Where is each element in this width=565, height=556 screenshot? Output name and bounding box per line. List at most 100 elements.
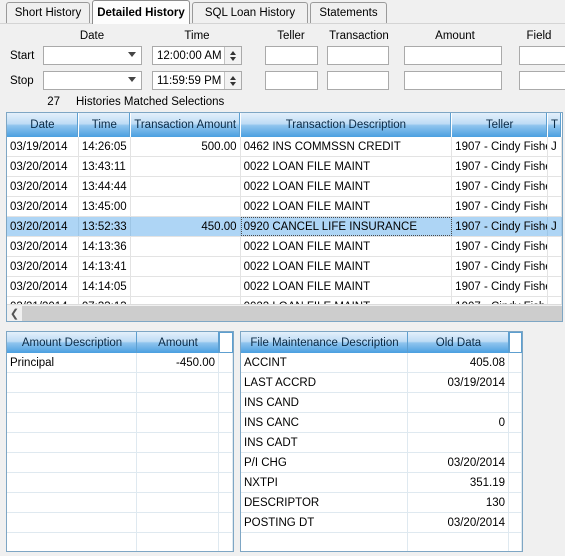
cell-amount-value	[137, 413, 219, 432]
column-header-truncated[interactable]: T	[548, 113, 562, 137]
list-item[interactable]	[241, 533, 522, 551]
column-header-spacer	[509, 332, 522, 353]
history-grid[interactable]: Date Time Transaction Amount Transaction…	[6, 112, 563, 322]
file-maintenance-grid-header: File Maintenance Description Old Data	[241, 332, 522, 353]
history-grid-body: 03/19/2014 14:26:05 500.00 0462 INS COMM…	[7, 137, 562, 317]
cell-truncated	[548, 277, 562, 296]
list-item[interactable]	[7, 473, 233, 493]
column-header-date[interactable]: Date	[7, 113, 79, 137]
filter-column-label-field: Field	[526, 30, 552, 42]
list-item[interactable]: POSTING DT 03/20/2014	[241, 513, 522, 533]
list-item[interactable]	[7, 493, 233, 513]
amount-detail-grid[interactable]: Amount Description Amount Principal -450…	[6, 331, 234, 552]
stop-teller-input[interactable]	[265, 71, 318, 90]
list-item[interactable]: INS CANC 0	[241, 413, 522, 433]
cell-time: 14:13:36	[79, 237, 131, 256]
start-transaction-input[interactable]	[327, 46, 389, 65]
cell-teller: 1907 - Cindy Fisher	[452, 137, 548, 156]
column-header-transaction-description[interactable]: Transaction Description	[240, 113, 453, 137]
table-row[interactable]: 03/20/2014 13:45:00 0022 LOAN FILE MAINT…	[7, 197, 562, 217]
table-row[interactable]: 03/19/2014 14:26:05 500.00 0462 INS COMM…	[7, 137, 562, 157]
filter-row-label-stop: Stop	[10, 75, 34, 87]
cell-time: 13:44:44	[79, 177, 131, 196]
cell-spacer	[219, 533, 233, 551]
tab-short-history-label: Short History	[14, 7, 82, 19]
column-header-amount[interactable]: Amount	[137, 332, 219, 353]
table-row[interactable]: 03/20/2014 14:14:05 0022 LOAN FILE MAINT…	[7, 277, 562, 297]
start-date-combo[interactable]	[43, 46, 142, 65]
cell-spacer	[219, 413, 233, 432]
table-row[interactable]: 03/20/2014 13:44:44 0022 LOAN FILE MAINT…	[7, 177, 562, 197]
cell-amount-description	[7, 413, 137, 432]
cell-amount-value	[137, 473, 219, 492]
cell-amount-description: Principal	[7, 353, 137, 372]
list-item[interactable]: P/I CHG 03/20/2014	[241, 453, 522, 473]
file-maintenance-grid[interactable]: File Maintenance Description Old Data AC…	[240, 331, 523, 552]
start-amount-input[interactable]	[404, 46, 502, 65]
chevron-down-icon	[128, 52, 136, 57]
cell-teller: 1907 - Cindy Fisher	[452, 157, 548, 176]
stop-transaction-input[interactable]	[327, 71, 389, 90]
cell-spacer	[509, 513, 522, 532]
stop-amount-input[interactable]	[404, 71, 502, 90]
column-header-amount-description[interactable]: Amount Description	[7, 332, 137, 353]
list-item[interactable]	[7, 393, 233, 413]
list-item[interactable]	[7, 433, 233, 453]
tab-detailed-history[interactable]: Detailed History	[92, 0, 190, 24]
cell-description: 0462 INS COMMSSN CREDIT	[241, 137, 453, 156]
cell-time: 14:26:05	[79, 137, 131, 156]
start-time-spinner[interactable]: 12:00:00 AM	[152, 46, 242, 65]
start-field-input[interactable]	[519, 46, 565, 65]
list-item[interactable]: LAST ACCRD 03/19/2014	[241, 373, 522, 393]
cell-truncated	[548, 177, 562, 196]
cell-description: 0022 LOAN FILE MAINT	[241, 157, 453, 176]
cell-old-data: 130	[408, 493, 509, 512]
cell-old-data: 405.08	[408, 353, 509, 372]
table-row[interactable]: 03/20/2014 14:13:41 0022 LOAN FILE MAINT…	[7, 257, 562, 277]
list-item[interactable]: ACCINT 405.08	[241, 353, 522, 373]
start-time-stepper-icon[interactable]	[224, 47, 241, 64]
list-item[interactable]: INS CAND	[241, 393, 522, 413]
list-item[interactable]: DESCRIPTOR 130	[241, 493, 522, 513]
list-item[interactable]	[7, 513, 233, 533]
list-item[interactable]: NXTPI 351.19	[241, 473, 522, 493]
list-item[interactable]	[7, 373, 233, 393]
tab-statements[interactable]: Statements	[310, 2, 387, 23]
table-row-selected[interactable]: 03/20/2014 13:52:33 450.00 0920 CANCEL L…	[7, 217, 562, 237]
start-teller-input[interactable]	[265, 46, 318, 65]
table-row[interactable]: 03/20/2014 13:43:11 0022 LOAN FILE MAINT…	[7, 157, 562, 177]
cell-truncated	[548, 257, 562, 276]
cell-spacer	[219, 473, 233, 492]
tab-short-history[interactable]: Short History	[6, 2, 90, 23]
cell-old-data: 0	[408, 413, 509, 432]
column-header-teller[interactable]: Teller	[452, 113, 549, 137]
stop-field-input[interactable]	[519, 71, 565, 90]
table-row[interactable]: 03/20/2014 14:13:36 0022 LOAN FILE MAINT…	[7, 237, 562, 257]
cell-fm-description	[241, 533, 408, 551]
stop-date-combo[interactable]	[43, 71, 142, 90]
cell-date: 03/20/2014	[7, 217, 79, 236]
cell-teller: 1907 - Cindy Fisher	[452, 217, 548, 236]
stop-time-spinner[interactable]: 11:59:59 PM	[152, 71, 242, 90]
list-item[interactable]	[7, 453, 233, 473]
cell-amount	[131, 157, 241, 176]
list-item[interactable]: Principal -450.00	[7, 353, 233, 373]
stop-time-value: 11:59:59 PM	[157, 74, 222, 87]
horizontal-scrollbar[interactable]: ❮	[7, 304, 562, 321]
scrollbar-thumb[interactable]	[22, 305, 562, 321]
column-header-file-maintenance-description[interactable]: File Maintenance Description	[241, 332, 408, 353]
cell-time: 13:52:33	[79, 217, 131, 236]
tab-sql-loan-history[interactable]: SQL Loan History	[192, 2, 308, 23]
cell-teller: 1907 - Cindy Fisher	[452, 197, 548, 216]
list-item[interactable]	[7, 413, 233, 433]
column-header-old-data[interactable]: Old Data	[408, 332, 509, 353]
cell-description: 0022 LOAN FILE MAINT	[241, 257, 453, 276]
scroll-left-icon[interactable]: ❮	[7, 305, 22, 321]
cell-fm-description: P/I CHG	[241, 453, 408, 472]
list-item[interactable]	[7, 533, 233, 551]
cell-amount-description	[7, 393, 137, 412]
column-header-time[interactable]: Time	[78, 113, 131, 137]
list-item[interactable]: INS CADT	[241, 433, 522, 453]
stop-time-stepper-icon[interactable]	[224, 72, 241, 89]
column-header-transaction-amount[interactable]: Transaction Amount	[130, 113, 241, 137]
